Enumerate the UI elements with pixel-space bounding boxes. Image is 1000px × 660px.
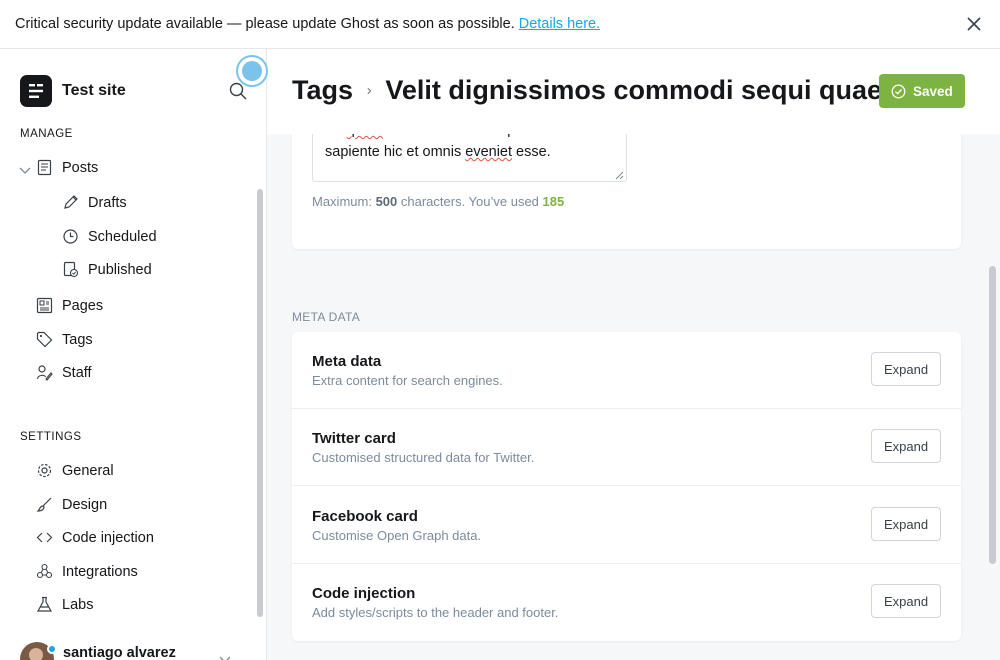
sidebar-item-label: Drafts bbox=[88, 194, 127, 211]
expand-meta-data-button[interactable]: Expand bbox=[871, 352, 941, 386]
page-header: Tags Velit dignissimos commodi sequi qua… bbox=[267, 49, 1000, 134]
sidebar-item-label: Code injection bbox=[62, 529, 154, 546]
clock-icon bbox=[63, 229, 78, 244]
tag-icon bbox=[36, 331, 53, 348]
expand-twitter-card-button[interactable]: Expand bbox=[871, 429, 941, 463]
resize-handle-icon[interactable] bbox=[613, 169, 624, 180]
site-brand[interactable]: Test site bbox=[20, 75, 126, 107]
sidebar: Test site MANAGE Posts Drafts Scheduled … bbox=[0, 49, 267, 660]
sidebar-item-integrations[interactable]: Integrations bbox=[36, 563, 138, 580]
security-banner: Critical security update available — ple… bbox=[0, 0, 1000, 49]
focus-indicator bbox=[236, 55, 268, 87]
meta-row-description: Add styles/scripts to the header and foo… bbox=[312, 605, 559, 620]
sidebar-item-label: General bbox=[62, 462, 114, 479]
meta-row-description: Customised structured data for Twitter. bbox=[312, 450, 535, 465]
sidebar-item-design[interactable]: Design bbox=[36, 496, 107, 513]
breadcrumb-parent[interactable]: Tags bbox=[292, 75, 353, 106]
site-name: Test site bbox=[62, 82, 126, 99]
sidebar-item-scheduled[interactable]: Scheduled bbox=[62, 228, 157, 245]
notification-badge bbox=[47, 644, 57, 654]
sidebar-item-published[interactable]: Published bbox=[62, 261, 152, 278]
sidebar-scrollbar-thumb[interactable] bbox=[257, 189, 263, 617]
meta-row-code-injection: Code injection Add styles/scripts to the… bbox=[292, 564, 961, 641]
meta-row-meta-data: Meta data Extra content for search engin… bbox=[292, 332, 961, 409]
sidebar-item-pages[interactable]: Pages bbox=[36, 297, 103, 314]
manage-section-title: MANAGE bbox=[20, 128, 73, 140]
meta-row-facebook-card: Facebook card Customise Open Graph data.… bbox=[292, 487, 961, 564]
sidebar-item-code-injection[interactable]: Code injection bbox=[36, 529, 154, 546]
sidebar-item-label: Scheduled bbox=[88, 228, 157, 245]
sidebar-item-label: Posts bbox=[62, 159, 99, 176]
meta-row-title: Meta data bbox=[312, 353, 382, 370]
published-icon bbox=[63, 261, 79, 278]
sidebar-item-label: Integrations bbox=[62, 563, 138, 580]
pencil-icon bbox=[64, 195, 78, 209]
meta-section-title: META DATA bbox=[292, 310, 361, 324]
expand-code-injection-button[interactable]: Expand bbox=[871, 584, 941, 618]
chevron-down-icon[interactable] bbox=[18, 163, 32, 177]
site-logo-icon bbox=[20, 75, 52, 107]
staff-icon bbox=[36, 365, 53, 381]
meta-card: Meta data Extra content for search engin… bbox=[292, 332, 961, 641]
sidebar-item-general[interactable]: General bbox=[36, 462, 114, 479]
user-name: santiago alvarez bbox=[63, 645, 176, 660]
posts-icon bbox=[37, 159, 52, 176]
sidebar-item-labs[interactable]: Labs bbox=[36, 596, 93, 613]
character-counter: Maximum: 500 characters. You’ve used 185 bbox=[312, 194, 565, 209]
gear-icon bbox=[37, 463, 52, 478]
main-content: illo quam animi nemo unde quas. Odio sap… bbox=[267, 49, 1000, 660]
sidebar-item-label: Pages bbox=[62, 297, 104, 314]
sidebar-item-posts[interactable]: Posts bbox=[36, 159, 98, 176]
sidebar-item-label: Labs bbox=[62, 596, 94, 613]
meta-row-description: Customise Open Graph data. bbox=[312, 528, 482, 543]
brush-icon bbox=[36, 497, 52, 512]
meta-row-twitter-card: Twitter card Customised structured data … bbox=[292, 409, 961, 486]
banner-message: Critical security update available — ple… bbox=[15, 16, 515, 32]
code-icon bbox=[36, 532, 53, 543]
expand-facebook-card-button[interactable]: Expand bbox=[871, 507, 941, 541]
meta-row-title: Twitter card bbox=[312, 430, 396, 447]
sidebar-item-label: Staff bbox=[62, 364, 92, 381]
flask-icon bbox=[36, 596, 53, 612]
sidebar-item-label: Published bbox=[88, 261, 152, 278]
sidebar-item-label: Design bbox=[62, 496, 108, 513]
sidebar-item-tags[interactable]: Tags bbox=[36, 331, 93, 348]
check-circle-icon bbox=[891, 84, 906, 98]
meta-row-description: Extra content for search engines. bbox=[312, 373, 503, 388]
settings-section-title: SETTINGS bbox=[20, 431, 82, 443]
sidebar-item-staff[interactable]: Staff bbox=[36, 364, 92, 381]
meta-row-title: Code injection bbox=[312, 585, 416, 602]
description-card: illo quam animi nemo unde quas. Odio sap… bbox=[292, 119, 961, 249]
banner-details-link[interactable]: Details here. bbox=[519, 16, 600, 32]
meta-row-title: Facebook card bbox=[312, 508, 418, 525]
main-scrollbar-thumb[interactable] bbox=[989, 266, 996, 564]
chevron-right-icon bbox=[367, 87, 372, 94]
pages-icon bbox=[36, 297, 53, 314]
saved-button[interactable]: Saved bbox=[879, 74, 965, 108]
chevron-down-icon[interactable] bbox=[218, 652, 232, 660]
close-icon[interactable] bbox=[965, 15, 983, 33]
description-line-2: sapiente hic et omnis eveniet esse. bbox=[325, 144, 551, 160]
sidebar-item-label: Tags bbox=[62, 331, 93, 348]
user-menu[interactable]: santiago alvarez bbox=[20, 642, 176, 660]
sidebar-item-drafts[interactable]: Drafts bbox=[62, 194, 127, 211]
integrations-icon bbox=[36, 563, 53, 579]
page-title: Velit dignissimos commodi sequi quae bbox=[385, 75, 882, 105]
breadcrumb: Tags Velit dignissimos commodi sequi qua… bbox=[292, 75, 882, 106]
